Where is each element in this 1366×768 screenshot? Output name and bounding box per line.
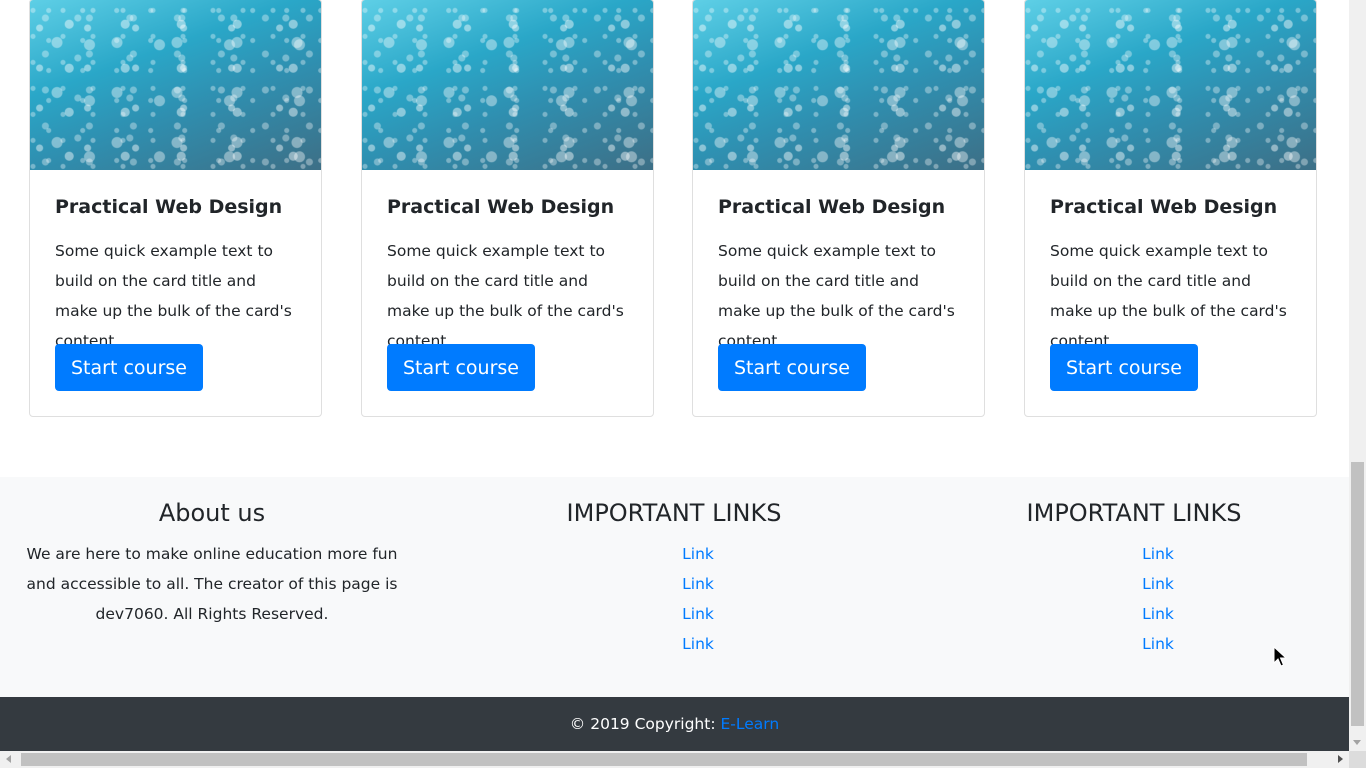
- list-item: Link: [522, 569, 874, 599]
- footer-link[interactable]: Link: [682, 545, 714, 563]
- footer-about-text: We are here to make online education mor…: [26, 545, 398, 623]
- footer-links-heading: IMPORTANT LINKS: [1026, 499, 1242, 527]
- page-viewport: Practical Web Design Some quick example …: [0, 0, 1349, 751]
- mouse-pointer-icon: [1273, 645, 1288, 672]
- card-body: Practical Web Design Some quick example …: [1050, 194, 1296, 356]
- footer-links-heading: IMPORTANT LINKS: [566, 499, 782, 527]
- scrollbar-corner: [1349, 751, 1366, 768]
- footer-links-column-1: IMPORTANT LINKS Link Link Link Link: [474, 497, 874, 659]
- card-text: Some quick example text to build on the …: [1050, 242, 1287, 350]
- course-card: Practical Web Design Some quick example …: [1024, 0, 1317, 417]
- card-title: Practical Web Design: [718, 196, 946, 218]
- footer-about-column: About us We are here to make online educ…: [14, 497, 410, 629]
- scroll-left-arrow-icon[interactable]: [6, 755, 11, 763]
- card-text: Some quick example text to build on the …: [387, 242, 624, 350]
- card-title: Practical Web Design: [55, 196, 283, 218]
- card-image-water-drops: [1025, 0, 1316, 170]
- start-course-button[interactable]: Start course: [55, 344, 203, 391]
- course-card: Practical Web Design Some quick example …: [692, 0, 985, 417]
- card-text: Some quick example text to build on the …: [55, 242, 292, 350]
- card-body: Practical Web Design Some quick example …: [387, 194, 633, 356]
- card-title: Practical Web Design: [387, 196, 615, 218]
- footer-link[interactable]: Link: [1142, 545, 1174, 563]
- footer-copyright-bar: © 2019 Copyright: E-Learn: [0, 697, 1349, 751]
- footer-link[interactable]: Link: [682, 575, 714, 593]
- start-course-button[interactable]: Start course: [1050, 344, 1198, 391]
- copyright-link[interactable]: E-Learn: [720, 715, 779, 733]
- vertical-scrollbar-thumb[interactable]: [1351, 462, 1364, 726]
- start-course-button[interactable]: Start course: [387, 344, 535, 391]
- scroll-right-arrow-icon[interactable]: [1338, 755, 1343, 763]
- vertical-scrollbar[interactable]: [1349, 0, 1366, 751]
- course-card: Practical Web Design Some quick example …: [29, 0, 322, 417]
- footer-links-list: Link Link Link Link: [474, 539, 874, 659]
- list-item: Link: [522, 629, 874, 659]
- horizontal-scrollbar[interactable]: [0, 751, 1349, 768]
- start-course-button[interactable]: Start course: [718, 344, 866, 391]
- copyright-text: © 2019 Copyright:: [569, 715, 721, 733]
- horizontal-scrollbar-thumb[interactable]: [21, 753, 1307, 766]
- card-image-water-drops: [693, 0, 984, 170]
- card-image-water-drops: [30, 0, 321, 170]
- footer-link[interactable]: Link: [1142, 635, 1174, 653]
- footer-about-heading: About us: [158, 499, 266, 527]
- card-image-water-drops: [362, 0, 653, 170]
- card-body: Practical Web Design Some quick example …: [55, 194, 301, 356]
- list-item: Link: [522, 599, 874, 629]
- footer-link[interactable]: Link: [682, 635, 714, 653]
- scroll-down-arrow-icon[interactable]: [1353, 740, 1361, 745]
- footer-links-list: Link Link Link Link: [934, 539, 1334, 659]
- list-item: Link: [982, 569, 1334, 599]
- footer-link[interactable]: Link: [1142, 605, 1174, 623]
- card-text: Some quick example text to build on the …: [718, 242, 955, 350]
- card-title: Practical Web Design: [1050, 196, 1278, 218]
- footer-top: About us We are here to make online educ…: [0, 477, 1349, 697]
- course-card: Practical Web Design Some quick example …: [361, 0, 654, 417]
- footer-links-column-2: IMPORTANT LINKS Link Link Link Link: [934, 497, 1334, 659]
- card-body: Practical Web Design Some quick example …: [718, 194, 964, 356]
- footer-link[interactable]: Link: [682, 605, 714, 623]
- list-item: Link: [522, 539, 874, 569]
- footer-link[interactable]: Link: [1142, 575, 1174, 593]
- list-item: Link: [982, 599, 1334, 629]
- list-item: Link: [982, 539, 1334, 569]
